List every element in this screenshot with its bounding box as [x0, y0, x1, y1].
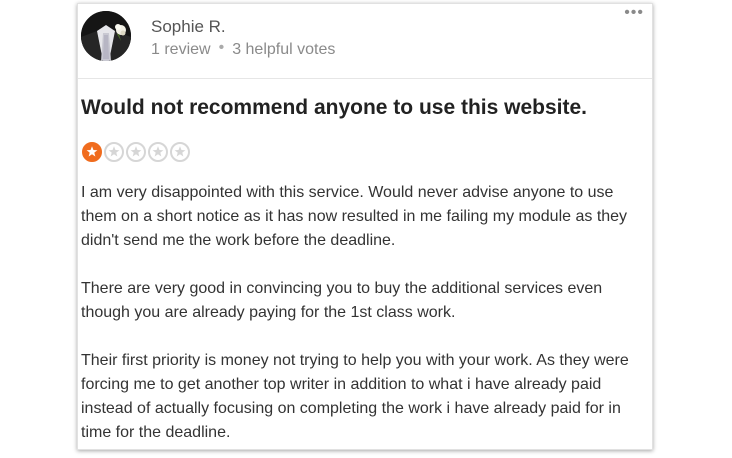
rating-stars — [82, 142, 190, 162]
reviewer-header: Sophie R. 1 review • 3 helpful votes ••• — [78, 4, 652, 79]
review-title: Would not recommend anyone to use this w… — [81, 96, 588, 119]
star-empty-icon — [170, 142, 190, 162]
star-empty-icon — [104, 142, 124, 162]
meta-separator: • — [218, 39, 225, 56]
more-options-icon[interactable]: ••• — [624, 4, 644, 22]
review-paragraph: I am very disappointed with this service… — [81, 184, 628, 249]
reviewer-meta: 1 review • 3 helpful votes — [151, 39, 336, 59]
review-card: Sophie R. 1 review • 3 helpful votes ••• W… — [77, 3, 653, 450]
review-count: 1 review — [151, 41, 211, 58]
review-paragraph: Their first priority is money not trying… — [81, 352, 629, 441]
helpful-votes: 3 helpful votes — [232, 41, 336, 58]
avatar[interactable] — [81, 11, 131, 61]
review-body: I am very disappointed with this service… — [81, 181, 647, 445]
avatar-image — [81, 11, 131, 61]
reviewer-name[interactable]: Sophie R. — [151, 17, 226, 37]
star-empty-icon — [126, 142, 146, 162]
review-paragraph: There are very good in convincing you to… — [81, 280, 603, 321]
star-filled-icon — [82, 142, 102, 162]
star-empty-icon — [148, 142, 168, 162]
